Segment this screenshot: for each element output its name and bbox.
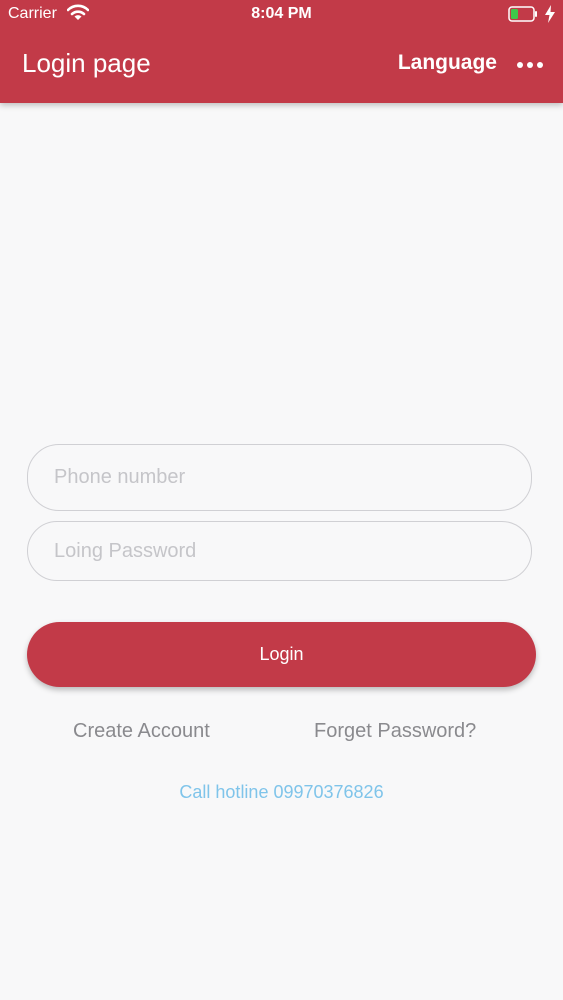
app-header: Carrier 8:04 PM Login page Language — [0, 0, 563, 103]
forget-password-link[interactable]: Forget Password? — [314, 720, 476, 743]
more-horizontal-icon[interactable] — [516, 58, 544, 72]
phone-field[interactable] — [27, 444, 532, 511]
password-input[interactable] — [54, 522, 504, 580]
status-time: 8:04 PM — [251, 5, 312, 22]
language-button[interactable]: Language — [398, 51, 497, 75]
login-button[interactable]: Login — [27, 622, 536, 687]
status-bar: Carrier 8:04 PM — [0, 0, 563, 30]
battery-icon — [508, 6, 537, 22]
password-field[interactable] — [27, 521, 532, 581]
phone-input[interactable] — [54, 445, 504, 510]
charging-bolt-icon — [545, 5, 555, 23]
hotline-link[interactable]: Call hotline 09970376826 — [0, 782, 563, 803]
create-account-link[interactable]: Create Account — [73, 720, 210, 743]
page-title: Login page — [22, 48, 151, 78]
